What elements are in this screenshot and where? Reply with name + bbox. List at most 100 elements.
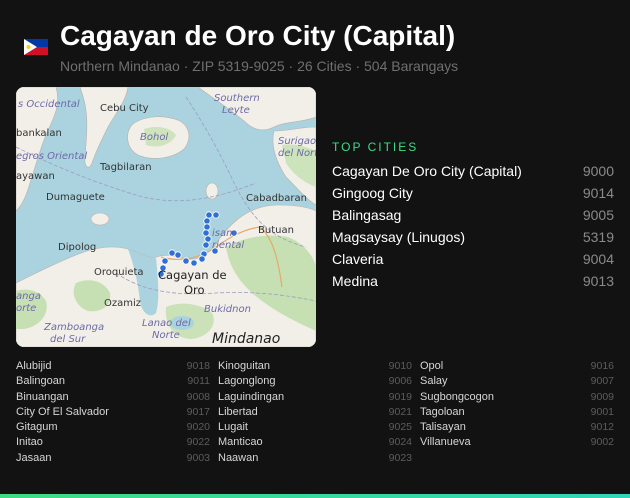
list-item[interactable]: Jasaan 9003 — [16, 451, 210, 466]
city-marker[interactable] — [161, 257, 169, 265]
map-label-cabadbaran: Cabadbaran — [246, 193, 307, 204]
region-map[interactable]: Cebu City s Occidental bankalan Bohol So… — [16, 87, 316, 347]
city-name: Binuangan — [16, 390, 69, 403]
map-label-cagayan-de-oro-line1: Cagayan de — [158, 268, 227, 282]
city-marker[interactable] — [203, 223, 211, 231]
map-label-tagbilaran: Tagbilaran — [99, 162, 152, 173]
city-zip: 9001 — [590, 405, 614, 418]
city-name: Sugbongcogon — [420, 390, 495, 403]
city-zip: 9002 — [590, 436, 614, 449]
map-label-southern-leyte-line2: Leyte — [222, 105, 250, 116]
list-item[interactable]: Lagonglong 9006 — [218, 374, 412, 389]
list-item[interactable]: Laguindingan 9019 — [218, 390, 412, 405]
map-label-zamboanga-sur-line1: Zamboanga — [43, 322, 104, 333]
city-zip: 9019 — [388, 390, 412, 403]
map-label-lanao-line2: Norte — [152, 330, 180, 341]
map-label-kabankalan: bankalan — [16, 128, 62, 139]
list-item[interactable]: Opol 9016 — [420, 359, 614, 374]
top-city-row[interactable]: Gingoog City 9014 — [332, 185, 614, 207]
list-item[interactable]: Manticao 9024 — [218, 435, 412, 450]
city-zip: 9021 — [388, 405, 412, 418]
city-marker[interactable] — [204, 235, 212, 243]
city-name: Talisayan — [420, 421, 466, 434]
city-list-column-1: Alubijid 9018 Balingoan 9011 Binuangan 9008… — [16, 359, 210, 466]
city-zip: 9010 — [388, 360, 412, 372]
top-city-row[interactable]: Cagayan De Oro City (Capital) 9000 — [332, 163, 614, 185]
city-list-column-3: Opol 9016 Salay 9007 Sugbongcogon 9009 Tago… — [420, 359, 614, 451]
city-marker[interactable] — [182, 257, 190, 265]
list-item[interactable]: Sugbongcogon 9009 — [420, 390, 614, 405]
map-label-bohol: Bohol — [140, 132, 168, 143]
map-label-negros-oriental: egros Oriental — [16, 151, 87, 162]
city-name: Tagoloan — [420, 405, 465, 418]
city-zip: 9018 — [186, 360, 210, 372]
map-label-zamboanga-norte-line1: anga — [16, 291, 41, 302]
list-item[interactable]: Alubijid 9018 — [16, 359, 210, 374]
map-label-zamboanga-norte-line2: orte — [16, 303, 36, 314]
top-city-row[interactable]: Medina 9013 — [332, 273, 614, 295]
list-item[interactable]: Initao 9022 — [16, 435, 210, 450]
map-label-zamboanga-sur-line2: del Sur — [50, 334, 86, 345]
city-marker[interactable] — [190, 259, 198, 267]
map-label-bayawan: ayawan — [16, 171, 55, 182]
city-list-column-2: Kinoguitan 9010 Lagonglong 9006 Laguinding… — [218, 359, 412, 466]
city-zip: 9007 — [590, 375, 614, 388]
city-zip: 9011 — [187, 375, 210, 388]
city-zip: 9008 — [186, 390, 210, 403]
list-item[interactable]: Libertad 9021 — [218, 405, 412, 420]
top-city-name: Medina — [332, 273, 378, 289]
city-marker[interactable] — [202, 229, 210, 237]
city-marker[interactable] — [203, 217, 211, 225]
map-label-oroquieta: Oroquieta — [94, 267, 144, 278]
top-city-name: Magsaysay (Linugos) — [332, 229, 466, 245]
list-item[interactable]: Salay 9007 — [420, 374, 614, 389]
city-marker[interactable] — [198, 255, 206, 263]
city-zip: 9024 — [388, 436, 412, 449]
list-item[interactable]: Villanueva 9002 — [420, 435, 614, 450]
city-marker[interactable] — [212, 211, 220, 219]
page-title: Cagayan de Oro City (Capital) — [60, 20, 456, 51]
map-label-butuan: Butuan — [258, 225, 294, 236]
list-item[interactable]: Lugait 9025 — [218, 420, 412, 435]
city-name: Manticao — [218, 436, 263, 449]
city-marker[interactable] — [174, 251, 182, 259]
city-name: Naawan — [218, 451, 259, 464]
map-label-dumaguete: Dumaguete — [46, 192, 105, 203]
top-city-row[interactable]: Claveria 9004 — [332, 251, 614, 273]
list-item[interactable]: City Of El Salvador 9017 — [16, 405, 210, 420]
city-marker[interactable] — [205, 211, 213, 219]
city-name: Laguindingan — [218, 390, 285, 403]
map-label-surigao-line2: del Norte — [278, 148, 316, 159]
city-zip: 9003 — [186, 451, 210, 464]
city-marker[interactable] — [202, 241, 210, 249]
map-label-cebu: Cebu City — [100, 103, 149, 114]
list-item[interactable]: Gitagum 9020 — [16, 420, 210, 435]
map-canvas[interactable]: Cebu City s Occidental bankalan Bohol So… — [16, 87, 316, 347]
top-city-zip: 9013 — [582, 273, 614, 289]
city-zip: 9025 — [388, 421, 412, 434]
list-item[interactable]: Naawan 9023 — [218, 451, 412, 466]
map-label-southern-leyte-line1: Southern — [214, 93, 260, 104]
city-zip: 9017 — [186, 405, 210, 418]
top-city-name: Claveria — [332, 251, 384, 267]
city-zip: 9016 — [590, 360, 614, 372]
map-label-cagayan-de-oro-line2: Oro — [184, 283, 205, 297]
list-item[interactable]: Talisayan 9012 — [420, 420, 614, 435]
top-city-row[interactable]: Magsaysay (Linugos) 5319 — [332, 229, 614, 251]
city-zip: 9022 — [186, 436, 210, 449]
map-label-bukidnon: Bukidnon — [204, 304, 251, 315]
city-name: Gitagum — [16, 421, 58, 434]
city-marker[interactable] — [168, 249, 176, 257]
top-city-name: Gingoog City — [332, 185, 413, 201]
list-item[interactable]: Tagoloan 9001 — [420, 405, 614, 420]
list-item[interactable]: Balingoan 9011 — [16, 374, 210, 389]
list-item[interactable]: Kinoguitan 9010 — [218, 359, 412, 374]
list-item[interactable]: Binuangan 9008 — [16, 390, 210, 405]
city-zip: 9023 — [388, 451, 412, 464]
top-cities-heading: TOP CITIES — [332, 140, 419, 154]
city-zip: 9009 — [590, 390, 614, 403]
city-name: Balingoan — [16, 375, 65, 388]
city-name: City Of El Salvador — [16, 405, 109, 418]
top-city-row[interactable]: Balingasag 9005 — [332, 207, 614, 229]
city-name: Initao — [16, 436, 43, 449]
